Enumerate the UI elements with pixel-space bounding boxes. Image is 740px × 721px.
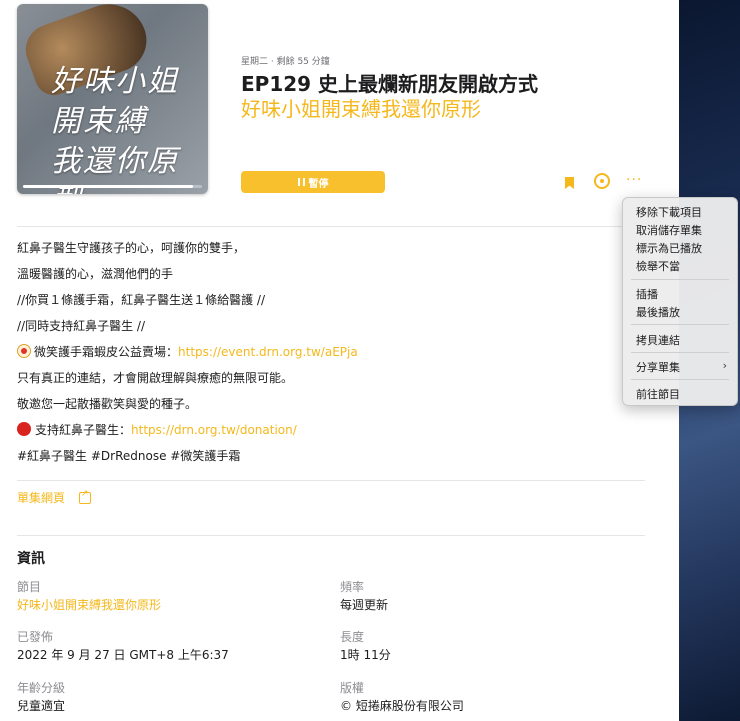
length-value: 1時 11分 bbox=[340, 648, 391, 662]
progress-ring-icon[interactable] bbox=[594, 173, 610, 189]
menu-separator bbox=[631, 379, 729, 380]
menu-item-remove-download[interactable]: 移除下載項目 bbox=[636, 204, 702, 220]
shop-link[interactable]: https://event.drn.org.tw/aEPja bbox=[178, 345, 358, 359]
age-rating-label: 年齡分級 bbox=[17, 681, 66, 695]
clown-nose-emoji-icon bbox=[17, 344, 31, 358]
menu-separator bbox=[631, 279, 729, 280]
description-line: //你買１條護手霜，紅鼻子醫生送１條給醫護 // bbox=[17, 293, 265, 307]
episode-page-label: 單集網頁 bbox=[17, 491, 66, 505]
episode-page-link[interactable]: 單集網頁 bbox=[17, 489, 92, 506]
external-link-icon bbox=[79, 489, 92, 504]
pause-button-label: 暫停 bbox=[308, 178, 329, 190]
length-label: 長度 bbox=[340, 630, 365, 644]
description-line: 微笑護手霜蝦皮公益賣場：https://event.drn.org.tw/aEP… bbox=[17, 344, 637, 370]
copyright-value: © 短捲麻股份有限公司 bbox=[340, 699, 464, 713]
description-line: //同時支持紅鼻子醫生 // bbox=[17, 319, 145, 333]
copyright-label: 版權 bbox=[340, 681, 365, 695]
episode-artwork[interactable]: 好味小姐 開束縛 我還你原型 bbox=[17, 4, 208, 194]
episode-description: 紅鼻子醫生守護孩子的心，呵護你的雙手， 溫暖醫護的心，滋潤他們的手 //你買１條… bbox=[17, 240, 637, 474]
info-divider bbox=[17, 535, 645, 536]
menu-separator bbox=[631, 352, 729, 353]
description-line: 敬邀您一起散播歡笑與愛的種子。 bbox=[17, 397, 198, 411]
description-line: 紅鼻子醫生守護孩子的心，呵護你的雙手， bbox=[17, 241, 246, 255]
ellipsis-icon[interactable]: ··· bbox=[626, 173, 642, 187]
description-line: 溫暖醫護的心，滋潤他們的手 bbox=[17, 267, 174, 281]
frequency-value: 每週更新 bbox=[340, 598, 389, 612]
published-value: 2022 年 9 月 27 日 GMT+8 上午6:37 bbox=[17, 648, 229, 662]
pause-button[interactable]: 暫停 bbox=[241, 171, 385, 193]
menu-item-play-last[interactable]: 最後播放 bbox=[636, 304, 680, 320]
menu-item-play-next[interactable]: 插播 bbox=[636, 286, 658, 302]
show-value-link[interactable]: 好味小姐開束縛我還你原形 bbox=[17, 596, 161, 613]
show-label: 節目 bbox=[17, 580, 42, 594]
show-title-link[interactable]: 好味小姐開束縛我還你原形 bbox=[241, 93, 481, 122]
menu-item-unsave[interactable]: 取消儲存單集 bbox=[636, 222, 702, 238]
menu-item-report[interactable]: 檢舉不當 bbox=[636, 258, 680, 274]
header-divider bbox=[17, 226, 645, 227]
bookmark-icon[interactable] bbox=[565, 177, 574, 189]
menu-item-go-to-show[interactable]: 前往節目 bbox=[636, 386, 680, 402]
episode-meta: 星期二 · 剩餘 55 分鐘 bbox=[241, 57, 330, 67]
frequency-label: 頻率 bbox=[340, 580, 365, 594]
episode-context-menu: 移除下載項目 取消儲存單集 標示為已播放 檢舉不當 插播 最後播放 拷貝連結 分… bbox=[622, 197, 738, 406]
menu-item-mark-played[interactable]: 標示為已播放 bbox=[636, 240, 702, 256]
menu-item-copy-link[interactable]: 拷貝連結 bbox=[636, 332, 680, 348]
red-circle-emoji-icon bbox=[17, 422, 31, 436]
published-label: 已發佈 bbox=[17, 630, 54, 644]
info-heading: 資訊 bbox=[17, 551, 45, 567]
menu-item-share[interactable]: 分享單集 bbox=[636, 359, 680, 375]
description-line: 支持紅鼻子醫生：https://drn.org.tw/donation/ bbox=[17, 422, 637, 448]
description-line: 只有真正的連結，才會開啟理解與療癒的無限可能。 bbox=[17, 371, 294, 385]
description-divider bbox=[17, 480, 645, 481]
artwork-lettering: 好味小姐 開束縛 我還你原型 bbox=[51, 64, 179, 194]
pause-icon bbox=[297, 178, 305, 186]
artwork-progress-bar bbox=[23, 185, 202, 188]
menu-separator bbox=[631, 324, 729, 325]
description-line: #紅鼻子醫生 #DrRednose #微笑護手霜 bbox=[17, 449, 241, 463]
artwork-progress-fill bbox=[23, 185, 194, 188]
age-rating-value: 兒童適宜 bbox=[17, 699, 66, 713]
donation-link[interactable]: https://drn.org.tw/donation/ bbox=[131, 423, 297, 437]
chevron-right-icon: › bbox=[722, 359, 727, 372]
